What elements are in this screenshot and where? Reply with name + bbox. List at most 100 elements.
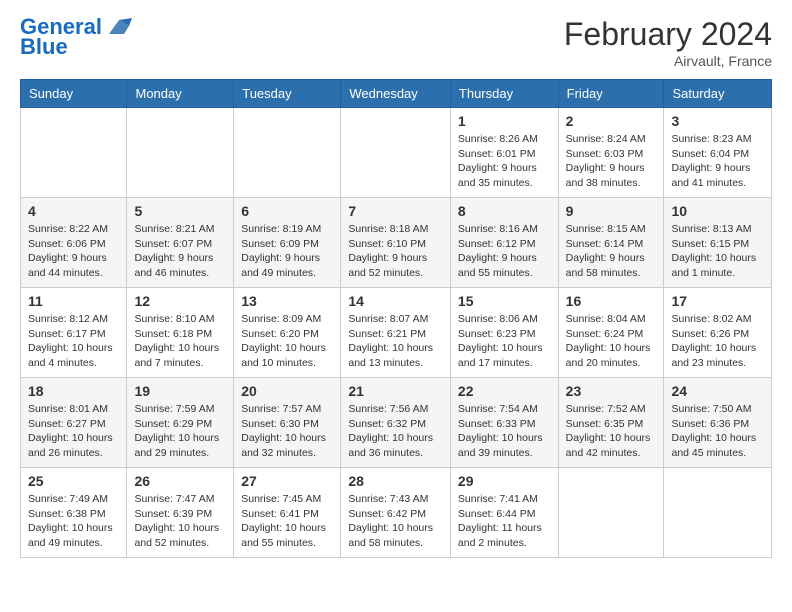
day-info: Sunrise: 7:43 AM Sunset: 6:42 PM Dayligh… <box>348 492 443 551</box>
calendar-week-row: 11 Sunrise: 8:12 AM Sunset: 6:17 PM Dayli… <box>21 288 772 378</box>
calendar-week-row: 4 Sunrise: 8:22 AM Sunset: 6:06 PM Daylig… <box>21 198 772 288</box>
calendar-cell: 12 Sunrise: 8:10 AM Sunset: 6:18 PM Dayli… <box>127 288 234 378</box>
day-number: 26 <box>134 473 226 489</box>
day-info: Sunrise: 7:50 AM Sunset: 6:36 PM Dayligh… <box>671 402 764 461</box>
month-title: February 2024 <box>564 16 772 53</box>
day-number: 11 <box>28 293 119 309</box>
day-info: Sunrise: 8:07 AM Sunset: 6:21 PM Dayligh… <box>348 312 443 371</box>
day-number: 12 <box>134 293 226 309</box>
calendar-cell: 28 Sunrise: 7:43 AM Sunset: 6:42 PM Dayli… <box>341 468 451 558</box>
day-info: Sunrise: 8:23 AM Sunset: 6:04 PM Dayligh… <box>671 132 764 191</box>
calendar-cell: 23 Sunrise: 7:52 AM Sunset: 6:35 PM Dayli… <box>558 378 664 468</box>
day-number: 5 <box>134 203 226 219</box>
calendar-cell: 20Sunrise: 7:57 AM Sunset: 6:30 PM Dayli… <box>234 378 341 468</box>
day-info: Sunrise: 7:52 AM Sunset: 6:35 PM Dayligh… <box>566 402 657 461</box>
calendar-cell: 24 Sunrise: 7:50 AM Sunset: 6:36 PM Dayli… <box>664 378 772 468</box>
header-tuesday: Tuesday <box>234 80 341 108</box>
day-number: 13 <box>241 293 333 309</box>
day-info: Sunrise: 7:57 AM Sunset: 6:30 PM Dayligh… <box>241 402 333 461</box>
calendar-cell: 16 Sunrise: 8:04 AM Sunset: 6:24 PM Dayli… <box>558 288 664 378</box>
calendar-cell: 21 Sunrise: 7:56 AM Sunset: 6:32 PM Dayli… <box>341 378 451 468</box>
day-number: 17 <box>671 293 764 309</box>
day-info: Sunrise: 8:13 AM Sunset: 6:15 PM Dayligh… <box>671 222 764 281</box>
day-number: 16 <box>566 293 657 309</box>
calendar-cell <box>341 108 451 198</box>
day-number: 7 <box>348 203 443 219</box>
header-monday: Monday <box>127 80 234 108</box>
day-info: Sunrise: 7:59 AM Sunset: 6:29 PM Dayligh… <box>134 402 226 461</box>
calendar-cell <box>558 468 664 558</box>
day-info: Sunrise: 7:54 AM Sunset: 6:33 PM Dayligh… <box>458 402 551 461</box>
calendar-cell: 11 Sunrise: 8:12 AM Sunset: 6:17 PM Dayli… <box>21 288 127 378</box>
day-info: Sunrise: 8:06 AM Sunset: 6:23 PM Dayligh… <box>458 312 551 371</box>
day-info: Sunrise: 8:18 AM Sunset: 6:10 PM Dayligh… <box>348 222 443 281</box>
day-number: 18 <box>28 383 119 399</box>
day-info: Sunrise: 8:22 AM Sunset: 6:06 PM Dayligh… <box>28 222 119 281</box>
day-number: 4 <box>28 203 119 219</box>
calendar-cell <box>127 108 234 198</box>
day-info: Sunrise: 7:56 AM Sunset: 6:32 PM Dayligh… <box>348 402 443 461</box>
day-info: Sunrise: 8:19 AM Sunset: 6:09 PM Dayligh… <box>241 222 333 281</box>
calendar-cell: 8 Sunrise: 8:16 AM Sunset: 6:12 PM Daylig… <box>450 198 558 288</box>
day-number: 9 <box>566 203 657 219</box>
weekday-header-row: Sunday Monday Tuesday Wednesday Thursday… <box>21 80 772 108</box>
header-wednesday: Wednesday <box>341 80 451 108</box>
day-number: 1 <box>458 113 551 129</box>
logo: General Blue <box>20 16 134 60</box>
calendar-cell: 2 Sunrise: 8:24 AM Sunset: 6:03 PM Daylig… <box>558 108 664 198</box>
calendar-cell: 10 Sunrise: 8:13 AM Sunset: 6:15 PM Dayli… <box>664 198 772 288</box>
header: General Blue February 2024 Airvault, Fra… <box>20 16 772 69</box>
day-info: Sunrise: 8:02 AM Sunset: 6:26 PM Dayligh… <box>671 312 764 371</box>
calendar-cell: 17 Sunrise: 8:02 AM Sunset: 6:26 PM Dayli… <box>664 288 772 378</box>
calendar-cell: 26 Sunrise: 7:47 AM Sunset: 6:39 PM Dayli… <box>127 468 234 558</box>
header-saturday: Saturday <box>664 80 772 108</box>
day-number: 24 <box>671 383 764 399</box>
location: Airvault, France <box>564 53 772 69</box>
day-number: 27 <box>241 473 333 489</box>
calendar-cell: 18Sunrise: 8:01 AM Sunset: 6:27 PM Dayli… <box>21 378 127 468</box>
day-number: 15 <box>458 293 551 309</box>
day-info: Sunrise: 8:16 AM Sunset: 6:12 PM Dayligh… <box>458 222 551 281</box>
day-number: 19 <box>134 383 226 399</box>
day-number: 22 <box>458 383 551 399</box>
day-info: Sunrise: 7:49 AM Sunset: 6:38 PM Dayligh… <box>28 492 119 551</box>
calendar-cell <box>21 108 127 198</box>
day-info: Sunrise: 8:24 AM Sunset: 6:03 PM Dayligh… <box>566 132 657 191</box>
day-info: Sunrise: 8:15 AM Sunset: 6:14 PM Dayligh… <box>566 222 657 281</box>
day-number: 2 <box>566 113 657 129</box>
header-sunday: Sunday <box>21 80 127 108</box>
day-info: Sunrise: 8:09 AM Sunset: 6:20 PM Dayligh… <box>241 312 333 371</box>
day-number: 6 <box>241 203 333 219</box>
day-number: 8 <box>458 203 551 219</box>
day-number: 25 <box>28 473 119 489</box>
calendar-week-row: 1 Sunrise: 8:26 AM Sunset: 6:01 PM Daylig… <box>21 108 772 198</box>
calendar-cell: 6 Sunrise: 8:19 AM Sunset: 6:09 PM Daylig… <box>234 198 341 288</box>
calendar-cell: 3Sunrise: 8:23 AM Sunset: 6:04 PM Daylig… <box>664 108 772 198</box>
day-info: Sunrise: 8:04 AM Sunset: 6:24 PM Dayligh… <box>566 312 657 371</box>
day-number: 23 <box>566 383 657 399</box>
day-info: Sunrise: 7:45 AM Sunset: 6:41 PM Dayligh… <box>241 492 333 551</box>
calendar-cell: 7 Sunrise: 8:18 AM Sunset: 6:10 PM Daylig… <box>341 198 451 288</box>
calendar-cell <box>664 468 772 558</box>
day-number: 21 <box>348 383 443 399</box>
day-number: 14 <box>348 293 443 309</box>
calendar-week-row: 25 Sunrise: 7:49 AM Sunset: 6:38 PM Dayli… <box>21 468 772 558</box>
day-number: 29 <box>458 473 551 489</box>
calendar-cell: 15 Sunrise: 8:06 AM Sunset: 6:23 PM Dayli… <box>450 288 558 378</box>
calendar-cell: 5Sunrise: 8:21 AM Sunset: 6:07 PM Daylig… <box>127 198 234 288</box>
day-number: 28 <box>348 473 443 489</box>
logo-bird-icon <box>104 16 134 38</box>
calendar-cell: 1 Sunrise: 8:26 AM Sunset: 6:01 PM Daylig… <box>450 108 558 198</box>
day-info: Sunrise: 8:26 AM Sunset: 6:01 PM Dayligh… <box>458 132 551 191</box>
calendar-cell: 19 Sunrise: 7:59 AM Sunset: 6:29 PM Dayli… <box>127 378 234 468</box>
day-info: Sunrise: 8:12 AM Sunset: 6:17 PM Dayligh… <box>28 312 119 371</box>
calendar-cell: 27 Sunrise: 7:45 AM Sunset: 6:41 PM Dayli… <box>234 468 341 558</box>
day-info: Sunrise: 7:41 AM Sunset: 6:44 PM Dayligh… <box>458 492 551 551</box>
day-info: Sunrise: 7:47 AM Sunset: 6:39 PM Dayligh… <box>134 492 226 551</box>
day-info: Sunrise: 8:10 AM Sunset: 6:18 PM Dayligh… <box>134 312 226 371</box>
calendar-cell: 29 Sunrise: 7:41 AM Sunset: 6:44 PM Dayli… <box>450 468 558 558</box>
calendar-cell: 9 Sunrise: 8:15 AM Sunset: 6:14 PM Daylig… <box>558 198 664 288</box>
calendar-cell: 25 Sunrise: 7:49 AM Sunset: 6:38 PM Dayli… <box>21 468 127 558</box>
day-number: 10 <box>671 203 764 219</box>
calendar-table: Sunday Monday Tuesday Wednesday Thursday… <box>20 79 772 558</box>
